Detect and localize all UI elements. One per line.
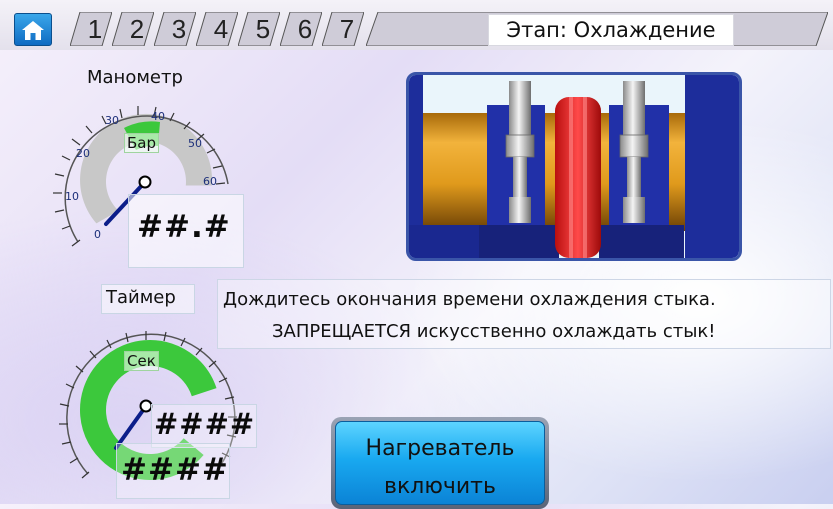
- pressure-readout-box: ##.#: [128, 194, 244, 268]
- timer-readout-lower: ####: [121, 452, 229, 488]
- top-navigation-bar: 1 2 3 4 5 6 7 Этап: Охлаждение: [0, 0, 833, 50]
- tab-step-2-label: 2: [129, 14, 145, 44]
- tab-step-4-label: 4: [213, 14, 229, 44]
- tab-step-3[interactable]: 3: [154, 12, 196, 46]
- timer-readout-upper: ####: [154, 407, 256, 441]
- instruction-line-1: Дождитесь окончания времени охлаждения с…: [223, 289, 716, 310]
- tab-step-1[interactable]: 1: [70, 12, 112, 46]
- pressure-scale-label-20: 20: [76, 147, 90, 160]
- pressure-scale-label-50: 50: [188, 137, 202, 150]
- timer-unit-label: Сек: [124, 351, 159, 371]
- pressure-scale-label-0: 0: [94, 228, 101, 241]
- pipe-welding-illustration: [406, 72, 742, 261]
- timer-gauge-pivot: [139, 399, 153, 413]
- heater-button-line-2: включить: [384, 474, 496, 499]
- home-icon: [22, 20, 44, 40]
- stage-panel: Этап: Охлаждение: [366, 12, 828, 46]
- tab-step-6-label: 6: [297, 14, 313, 44]
- pressure-scale-label-10: 10: [65, 190, 79, 203]
- pressure-unit-label: Бар: [124, 133, 160, 153]
- stage-label: Этап: Охлаждение: [488, 14, 734, 46]
- tab-step-7-label: 7: [339, 14, 355, 44]
- tab-step-6[interactable]: 6: [280, 12, 322, 46]
- tab-step-7[interactable]: 7: [322, 12, 364, 46]
- pressure-readout: ##.#: [137, 209, 231, 245]
- tab-step-2[interactable]: 2: [112, 12, 154, 46]
- tab-step-5-label: 5: [255, 14, 271, 44]
- heater-on-button[interactable]: Нагреватель включить: [331, 417, 549, 509]
- timer-title-box: Таймер: [101, 284, 195, 314]
- tab-step-3-label: 3: [171, 14, 187, 44]
- pipe-welding-clamp-illustration: [409, 75, 739, 258]
- heater-button-line-1: Нагреватель: [365, 436, 515, 461]
- tab-step-4[interactable]: 4: [196, 12, 238, 46]
- instruction-message-box: Дождитесь окончания времени охлаждения с…: [217, 279, 831, 349]
- timer-readout-upper-box: ####: [151, 404, 257, 448]
- pressure-scale-label-40: 40: [151, 110, 165, 123]
- timer-title: Таймер: [106, 287, 176, 308]
- pressure-scale-label-60: 60: [203, 175, 217, 188]
- home-button[interactable]: [14, 13, 52, 46]
- timer-gauge-needle: [114, 404, 148, 450]
- timer-readout-lower-box: ####: [116, 443, 230, 499]
- tab-step-1-label: 1: [87, 14, 103, 44]
- pressure-scale-label-30: 30: [105, 114, 119, 127]
- pressure-gauge-pivot: [138, 175, 152, 189]
- instruction-line-2: ЗАПРЕЩАЕТСЯ искусственно охлаждать стык!: [272, 321, 716, 342]
- tab-step-5[interactable]: 5: [238, 12, 280, 46]
- manometer-title: Манометр: [87, 67, 183, 88]
- heater-on-button-face[interactable]: Нагреватель включить: [335, 421, 545, 505]
